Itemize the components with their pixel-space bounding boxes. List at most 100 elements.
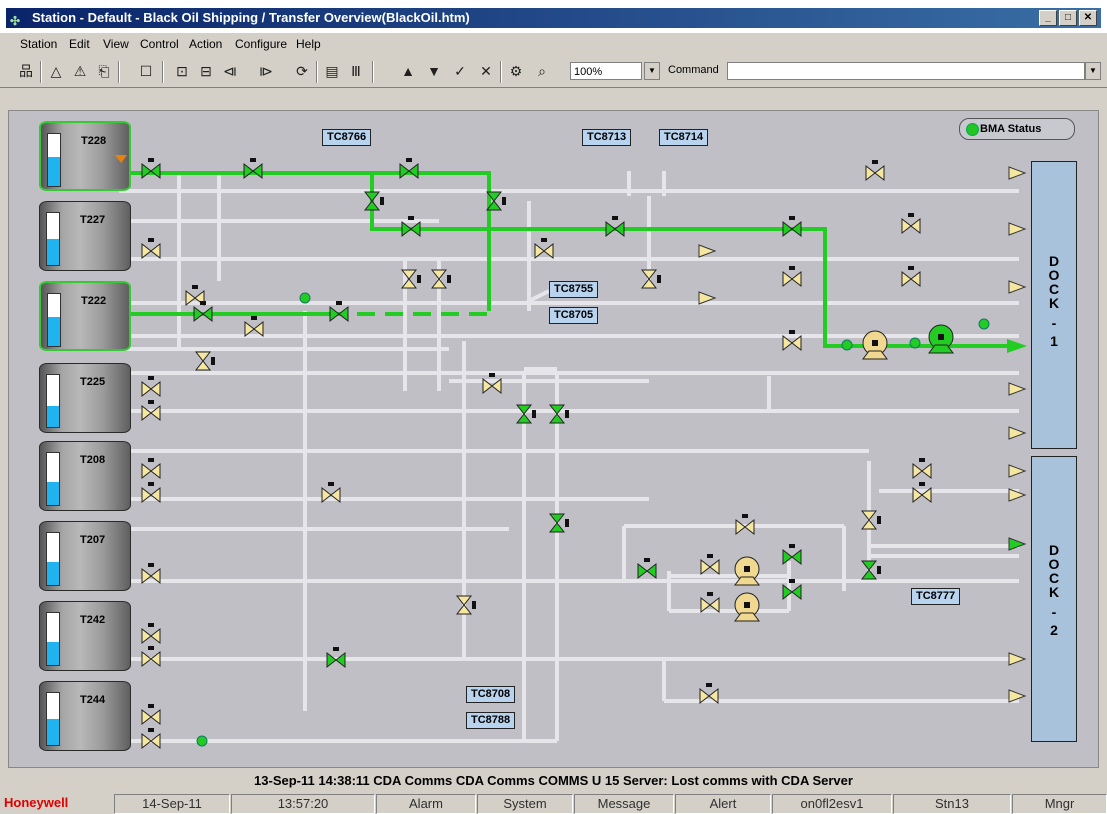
valve-icon[interactable] bbox=[782, 330, 802, 352]
forward-icon[interactable]: ⧐ bbox=[256, 61, 276, 81]
network-icon[interactable]: 品 bbox=[16, 61, 36, 81]
valve-icon[interactable] bbox=[901, 266, 921, 288]
outlet-arrow-icon[interactable] bbox=[1008, 464, 1027, 478]
valve-icon[interactable] bbox=[865, 160, 885, 182]
alarm-ack-icon[interactable]: ⚠ bbox=[70, 61, 90, 81]
back-icon[interactable]: ⧏ bbox=[220, 61, 240, 81]
valve-icon[interactable] bbox=[141, 728, 161, 750]
valve-icon[interactable] bbox=[141, 376, 161, 398]
close-button[interactable]: ✕ bbox=[1079, 10, 1097, 26]
system-button[interactable]: System bbox=[477, 794, 573, 814]
valve-icon[interactable] bbox=[912, 458, 932, 480]
tag-label[interactable]: TC8777 bbox=[911, 588, 961, 605]
dock-1[interactable]: D O C K - 1 bbox=[1031, 161, 1077, 449]
alarm-line[interactable]: 13-Sep-11 14:38:11 CDA Comms CDA Comms C… bbox=[0, 773, 1107, 789]
outlet-arrow-icon[interactable] bbox=[1008, 652, 1027, 666]
tank-7[interactable]: T244 bbox=[39, 681, 131, 751]
valve-icon[interactable] bbox=[860, 560, 881, 580]
valve-icon[interactable] bbox=[515, 404, 536, 424]
valve-icon[interactable] bbox=[141, 646, 161, 668]
valve-icon[interactable] bbox=[860, 510, 881, 530]
pump-icon[interactable] bbox=[734, 556, 760, 586]
valve-icon[interactable] bbox=[534, 238, 554, 260]
trend-icon[interactable]: ▤ bbox=[322, 61, 342, 81]
faceplate-icon[interactable]: ⚙ bbox=[506, 61, 526, 81]
page-up-icon[interactable]: ⊟ bbox=[196, 61, 216, 81]
bma-status-indicator[interactable]: BMA Status bbox=[959, 118, 1075, 140]
accept-icon[interactable]: ✓ bbox=[450, 61, 470, 81]
valve-icon[interactable] bbox=[141, 458, 161, 480]
group-icon[interactable]: Ⅲ bbox=[346, 61, 366, 81]
valve-icon[interactable] bbox=[430, 269, 451, 289]
valve-icon[interactable] bbox=[901, 213, 921, 235]
menu-configure[interactable]: Configure bbox=[235, 37, 287, 51]
tag-label[interactable]: TC8766 bbox=[322, 129, 372, 146]
alarm-summary-icon[interactable]: △ bbox=[46, 61, 66, 81]
valve-icon[interactable] bbox=[782, 266, 802, 288]
menu-control[interactable]: Control bbox=[140, 37, 179, 51]
pump-icon[interactable] bbox=[734, 592, 760, 622]
menu-help[interactable]: Help bbox=[296, 37, 321, 51]
valve-icon[interactable] bbox=[640, 269, 661, 289]
outlet-arrow-icon[interactable] bbox=[1008, 426, 1027, 440]
valve-icon[interactable] bbox=[194, 351, 215, 371]
outlet-arrow-icon[interactable] bbox=[1008, 537, 1027, 551]
lower-icon[interactable]: ▼ bbox=[424, 61, 444, 81]
valve-icon[interactable] bbox=[548, 404, 569, 424]
valve-icon[interactable] bbox=[700, 554, 720, 576]
valve-icon[interactable] bbox=[637, 558, 657, 580]
raise-icon[interactable]: ▲ bbox=[398, 61, 418, 81]
valve-icon[interactable] bbox=[782, 544, 802, 566]
maximize-button[interactable]: □ bbox=[1059, 10, 1077, 26]
tank-3[interactable]: T225 bbox=[39, 363, 131, 433]
tank-2[interactable]: T222 bbox=[39, 281, 131, 351]
outlet-arrow-icon[interactable] bbox=[1008, 166, 1027, 180]
search-icon[interactable]: ⌕ bbox=[532, 61, 552, 81]
command-input[interactable] bbox=[727, 62, 1085, 80]
outlet-arrow-icon[interactable] bbox=[1008, 222, 1027, 236]
valve-icon[interactable] bbox=[455, 595, 476, 615]
outlet-arrow-icon[interactable] bbox=[1008, 280, 1027, 294]
valve-icon[interactable] bbox=[363, 191, 384, 211]
tank-5[interactable]: T207 bbox=[39, 521, 131, 591]
chevron-down-icon[interactable]: ▼ bbox=[1085, 62, 1101, 80]
valve-icon[interactable] bbox=[141, 623, 161, 645]
valve-icon[interactable] bbox=[605, 216, 625, 238]
tag-label[interactable]: TC8708 bbox=[466, 686, 516, 703]
tank-level-gauge bbox=[46, 452, 60, 506]
menu-edit[interactable]: Edit bbox=[69, 37, 90, 51]
pump-icon[interactable] bbox=[862, 330, 888, 360]
tag-label[interactable]: TC8705 bbox=[549, 307, 599, 324]
tank-6[interactable]: T242 bbox=[39, 601, 131, 671]
dock-2[interactable]: D O C K - 2 bbox=[1031, 456, 1077, 742]
tank-4[interactable]: T208 bbox=[39, 441, 131, 511]
cancel-icon[interactable]: ✕ bbox=[476, 61, 496, 81]
alert-button[interactable]: Alert bbox=[675, 794, 771, 814]
valve-icon[interactable] bbox=[244, 316, 264, 338]
valve-icon[interactable] bbox=[782, 216, 802, 238]
outlet-arrow-icon[interactable] bbox=[698, 244, 717, 258]
message-button[interactable]: Message bbox=[574, 794, 674, 814]
tank-1[interactable]: T227 bbox=[39, 201, 131, 271]
valve-icon[interactable] bbox=[141, 238, 161, 260]
page-down-icon[interactable]: ⊡ bbox=[172, 61, 192, 81]
titlebar-bar[interactable]: ✣ Station - Default - Black Oil Shipping… bbox=[6, 8, 1101, 28]
menu-view[interactable]: View bbox=[103, 37, 129, 51]
page-icon[interactable]: ☐ bbox=[136, 61, 156, 81]
outlet-arrow-icon[interactable] bbox=[1008, 382, 1027, 396]
menu-station[interactable]: Station bbox=[20, 37, 57, 51]
tag-label[interactable]: TC8714 bbox=[659, 129, 709, 146]
tag-label[interactable]: TC8755 bbox=[549, 281, 599, 298]
tag-label[interactable]: TC8713 bbox=[582, 129, 632, 146]
valve-icon[interactable] bbox=[141, 704, 161, 726]
event-summary-icon[interactable]: ⎗ bbox=[94, 61, 114, 81]
menu-action[interactable]: Action bbox=[189, 37, 222, 51]
refresh-icon[interactable]: ⟳ bbox=[292, 61, 312, 81]
chevron-down-icon[interactable]: ▼ bbox=[644, 62, 660, 80]
minimize-button[interactable]: _ bbox=[1039, 10, 1057, 26]
valve-icon[interactable] bbox=[548, 513, 569, 533]
alarm-button[interactable]: Alarm bbox=[376, 794, 476, 814]
zoom-select[interactable]: 100% bbox=[570, 62, 642, 80]
pump-running-icon[interactable] bbox=[928, 324, 954, 354]
tag-label[interactable]: TC8788 bbox=[466, 712, 516, 729]
